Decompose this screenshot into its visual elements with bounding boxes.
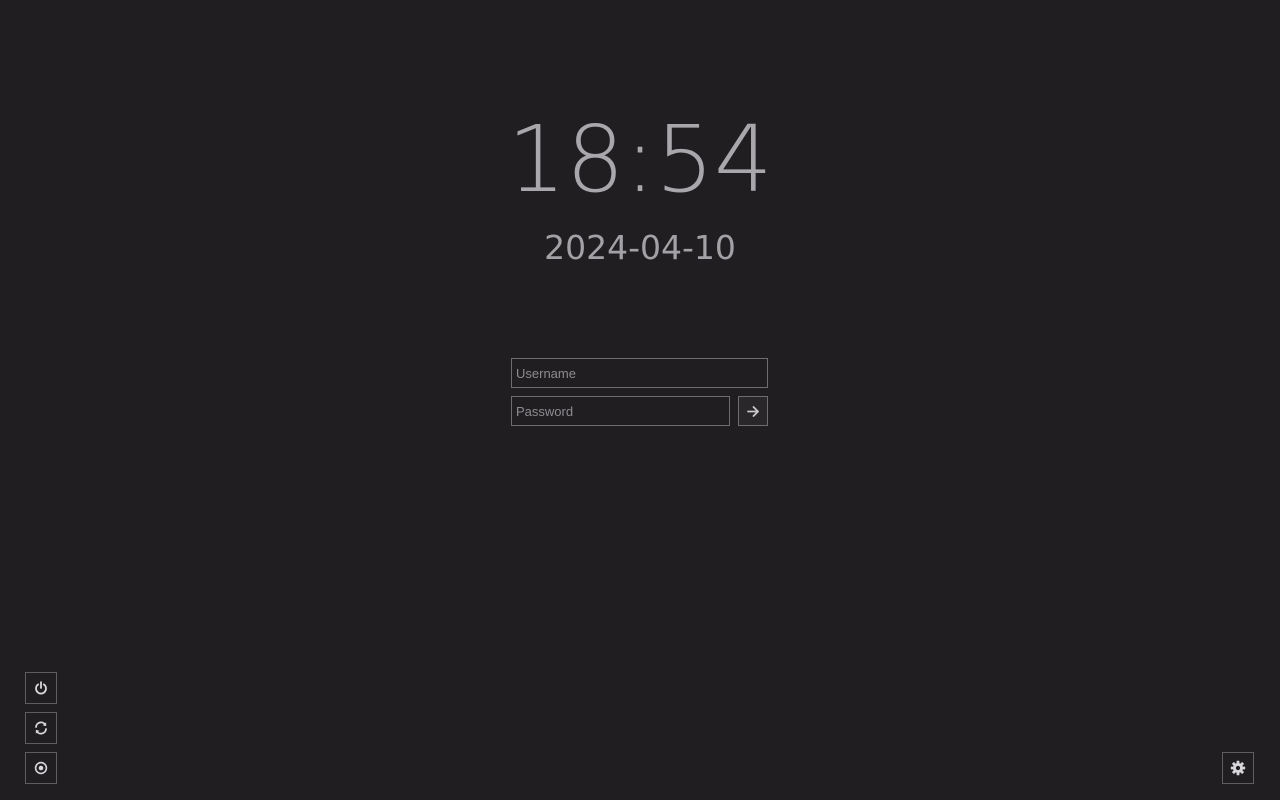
refresh-icon [33, 721, 49, 735]
clock-date: 2024-04-10 [544, 228, 736, 267]
gear-icon [1230, 760, 1246, 776]
arrow-right-icon [746, 405, 760, 417]
power-icon [34, 681, 48, 695]
suspend-button[interactable] [25, 752, 57, 784]
settings-button[interactable] [1222, 752, 1254, 784]
shutdown-button[interactable] [25, 672, 57, 704]
suspend-icon [34, 761, 48, 775]
login-submit-button[interactable] [738, 396, 768, 426]
username-input[interactable] [511, 358, 768, 388]
password-input[interactable] [511, 396, 730, 426]
clock-time: 18:54 [507, 106, 773, 213]
login-form [511, 358, 768, 426]
password-row [511, 396, 768, 426]
reboot-button[interactable] [25, 712, 57, 744]
login-screen: 18:54 2024-04-10 [0, 0, 1280, 800]
